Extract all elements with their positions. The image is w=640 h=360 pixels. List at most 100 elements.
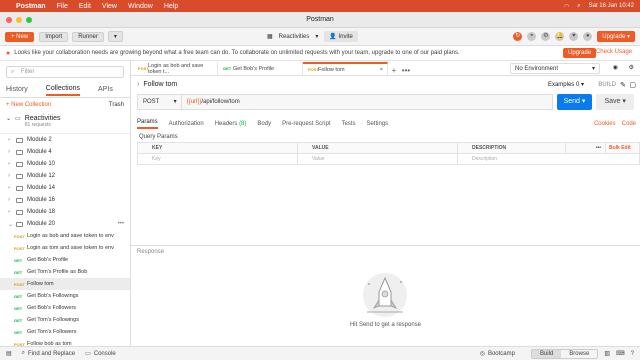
request-item[interactable]: GET Get Bob's Followings	[0, 290, 130, 302]
build-toggle[interactable]: Build	[531, 349, 562, 358]
workspace-selector[interactable]: Reactivities	[279, 34, 310, 40]
folder-item[interactable]: › Module 10	[0, 158, 130, 170]
search-icon[interactable]: ⌕	[577, 3, 580, 10]
keyboard-icon[interactable]: ⌨	[616, 350, 625, 357]
tab-request[interactable]: POST Login as bob and save token t...	[133, 62, 218, 75]
help-icon[interactable]: ?	[631, 351, 634, 357]
key-input[interactable]: Key	[137, 153, 298, 165]
sidebar-toggle-icon[interactable]: ▤	[6, 350, 12, 357]
tab-apis[interactable]: APIs	[98, 86, 113, 95]
tab-body[interactable]: Body	[257, 121, 271, 129]
bulk-edit-link[interactable]: Bulk Edit	[605, 142, 640, 154]
folder-item[interactable]: ⌄ Module 20 •••	[0, 218, 130, 230]
save-button[interactable]: Save ▾	[596, 94, 635, 110]
menu-edit[interactable]: Edit	[79, 3, 91, 10]
sidebar-tabs: History Collections APIs	[0, 83, 130, 98]
runner-button[interactable]: Runner	[72, 31, 104, 42]
notice-text: Looks like your collaboration needs are …	[14, 50, 460, 56]
tab-menu-icon[interactable]: •••	[400, 66, 412, 75]
menu-app[interactable]: Postman	[16, 3, 46, 10]
layout-icon[interactable]: ▥	[604, 350, 610, 357]
tab-tests[interactable]: Tests	[341, 121, 355, 129]
chevron-right-icon[interactable]: ›	[137, 81, 139, 88]
new-button[interactable]: + New	[5, 31, 35, 42]
more-icon[interactable]: •••	[118, 221, 124, 227]
folder-item[interactable]: › Module 16	[0, 194, 130, 206]
satellite-icon[interactable]: ⌖	[527, 32, 537, 41]
gear-icon[interactable]: ⚙	[629, 64, 634, 71]
bootcamp-button[interactable]: ◎ Bootcamp	[480, 350, 515, 358]
folder-icon	[16, 197, 23, 203]
folder-item[interactable]: › Module 2	[0, 134, 130, 146]
tab-history[interactable]: History	[6, 86, 28, 95]
menu-help[interactable]: Help	[164, 3, 178, 10]
tab-headers[interactable]: Headers (8)	[215, 121, 247, 129]
method-select[interactable]: POST ▾	[137, 94, 181, 110]
notifications-icon[interactable]: 🔔	[555, 32, 565, 41]
edit-icon[interactable]: ✎	[620, 81, 626, 89]
request-item[interactable]: GET Get Tom's Followings	[0, 314, 130, 326]
close-icon[interactable]: ×	[380, 67, 383, 73]
code-link[interactable]: Code	[622, 121, 636, 127]
zoom-window-button[interactable]	[26, 17, 32, 23]
request-item[interactable]: GET Get Tom's Followers	[0, 326, 130, 338]
menu-view[interactable]: View	[102, 3, 117, 10]
import-button[interactable]: Import	[39, 31, 69, 42]
open-new-icon[interactable]: ▾	[107, 31, 123, 42]
wifi-icon[interactable]: ◠	[564, 3, 569, 10]
collection-item[interactable]: ⌄ ▭ Reactivities 81 requests	[0, 112, 130, 134]
request-item[interactable]: GET Get Tom's Profile as Bob	[0, 266, 130, 278]
add-tab-icon[interactable]: +	[388, 66, 400, 75]
chevron-down-icon[interactable]: ▾	[315, 33, 318, 40]
request-title[interactable]: Follow tom	[143, 81, 177, 88]
console-button[interactable]: ▭ Console	[85, 350, 116, 358]
search-icon: ⌕	[11, 69, 15, 75]
filter-input[interactable]: ⌕ Filter	[6, 66, 124, 78]
tab-pre-request-script[interactable]: Pre-request Script	[282, 121, 330, 129]
request-item[interactable]: GET Get Bob's Profile	[0, 254, 130, 266]
send-button[interactable]: Send ▾	[556, 94, 593, 110]
rocket-illustration-icon	[363, 273, 407, 317]
heart-icon[interactable]: ♥	[569, 32, 579, 41]
check-usage-link[interactable]: Check Usage	[596, 49, 632, 55]
examples-dropdown[interactable]: Examples 0 ▾	[548, 81, 584, 88]
new-collection-button[interactable]: + New Collection	[6, 102, 51, 108]
request-item[interactable]: POST Login as bob and save token to env	[0, 230, 130, 242]
tab-collections[interactable]: Collections	[45, 85, 81, 96]
chevron-down-icon[interactable]: ⌄	[6, 115, 11, 122]
upgrade-button[interactable]: Upgrade ▾	[597, 31, 635, 42]
cookies-link[interactable]: Cookies	[594, 121, 616, 127]
clock[interactable]: Sat 16 Jan 10:42	[589, 3, 634, 9]
request-item[interactable]: GET Get Bob's Followers	[0, 302, 130, 314]
folder-item[interactable]: › Module 14	[0, 182, 130, 194]
settings-icon[interactable]: ⚙	[541, 32, 551, 41]
folder-item[interactable]: › Module 12	[0, 170, 130, 182]
avatar[interactable]: ●	[583, 32, 593, 41]
menu-file[interactable]: File	[57, 3, 68, 10]
tab-params[interactable]: Params	[137, 119, 158, 129]
tab-request[interactable]: GET Get Bob's Profile	[218, 62, 303, 75]
description-input[interactable]: Description	[457, 153, 640, 165]
minimize-window-button[interactable]	[16, 17, 22, 23]
url-input[interactable]: {{url}}/api/follow/tom	[180, 94, 553, 110]
tab-request-active[interactable]: POST Follow tom ×	[303, 62, 388, 75]
request-item-active[interactable]: POST Follow tom	[0, 278, 130, 290]
browse-toggle[interactable]: Browse	[561, 350, 597, 358]
more-icon[interactable]: •••	[565, 142, 606, 154]
trash-button[interactable]: Trash	[109, 102, 124, 108]
close-window-button[interactable]	[6, 17, 12, 23]
eye-icon[interactable]: ◉	[613, 64, 618, 71]
sync-icon[interactable]: ↻	[513, 32, 523, 41]
tab-authorization[interactable]: Authorization	[169, 121, 204, 129]
value-input[interactable]: Value	[297, 153, 458, 165]
menu-window[interactable]: Window	[128, 3, 153, 10]
invite-button[interactable]: 👤 Invite	[324, 31, 358, 42]
request-item[interactable]: POST Login as tom and save token to env	[0, 242, 130, 254]
notice-upgrade-button[interactable]: Upgrade	[562, 48, 596, 58]
comments-icon[interactable]: ▢	[629, 81, 636, 89]
folder-item[interactable]: › Module 18	[0, 206, 130, 218]
tab-settings[interactable]: Settings	[366, 121, 388, 129]
environment-select[interactable]: No Environment ▾	[510, 63, 600, 74]
folder-item[interactable]: › Module 4	[0, 146, 130, 158]
find-replace-button[interactable]: ⌕ Find and Replace	[22, 350, 75, 357]
